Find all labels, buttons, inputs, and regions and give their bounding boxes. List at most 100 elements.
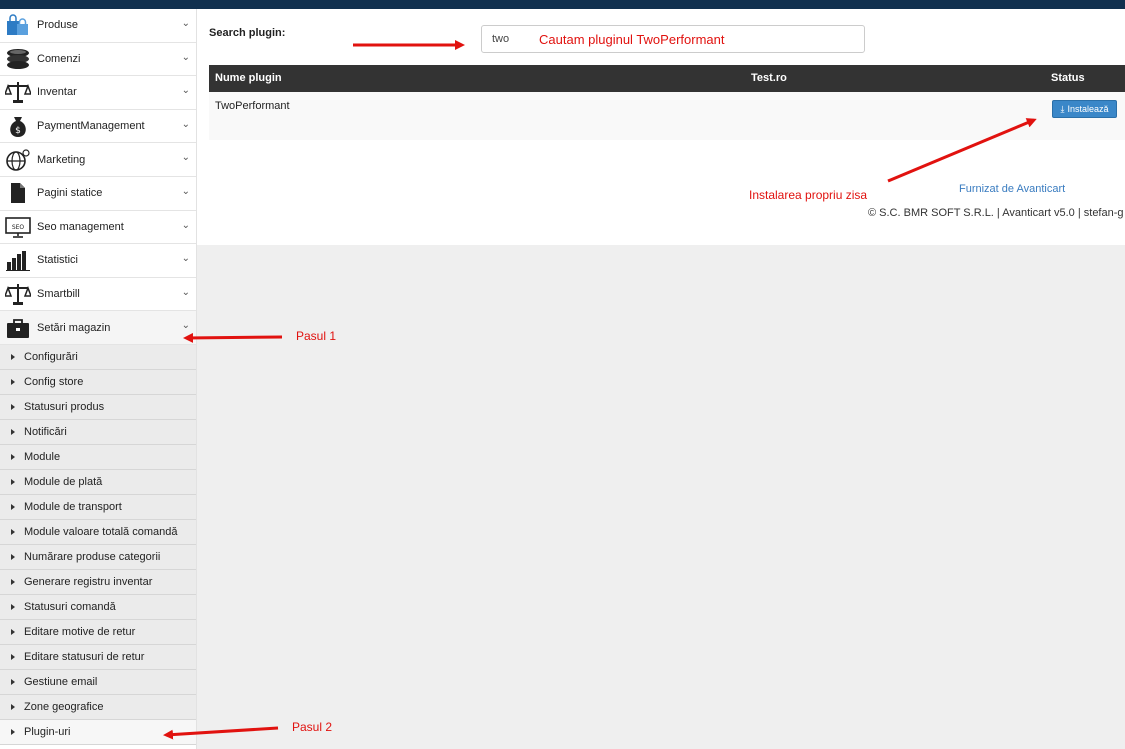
submenu-item-statusuri-retur[interactable]: Editare statusuri de retur — [0, 644, 196, 670]
submenu-item-label: Module valoare totală comandă — [24, 525, 178, 538]
chevron-down-icon: ⌄ — [181, 118, 190, 130]
submenu-item-label: Configurări — [24, 350, 78, 363]
sidebar-item-label: Pagini statice — [37, 187, 103, 200]
sidebar-item-pagini-statice[interactable]: Pagini statice ⌄ — [0, 176, 196, 211]
sidebar-item-setari-magazin[interactable]: Setări magazin ⌄ — [0, 311, 196, 345]
coins-icon — [3, 46, 33, 72]
chevron-down-icon: ⌄ — [181, 18, 190, 29]
submenu-item-label: Module de transport — [24, 500, 122, 513]
install-button[interactable]: ⤓ Instalează — [1052, 100, 1117, 118]
caret-right-icon — [11, 428, 15, 435]
scale-icon — [3, 281, 33, 307]
submenu-item-config-store[interactable]: Config store — [0, 369, 196, 395]
submenu-item-module-plata[interactable]: Module de plată — [0, 469, 196, 495]
annotation-install-note: Instalarea propriu zisa — [749, 188, 868, 202]
shopping-bags-icon — [3, 12, 33, 38]
seo-monitor-icon: SEO — [3, 214, 33, 240]
sidebar-item-label: Inventar — [37, 86, 77, 99]
submenu-item-label: Editare statusuri de retur — [24, 650, 145, 663]
annotation-search-note: Cautam pluginul TwoPerformant — [539, 32, 725, 47]
caret-right-icon — [11, 653, 15, 660]
sidebar: Produse ⌄ Comenzi ⌄ Inventar ⌄ $ Payment… — [0, 9, 197, 749]
column-header-status: Status — [1051, 72, 1085, 84]
column-header-test: Test.ro — [751, 72, 787, 84]
footer-link[interactable]: Furnizat de Avanticart — [959, 183, 1065, 195]
submenu-item-module-valoare-totala[interactable]: Module valoare totală comandă — [0, 519, 196, 545]
sidebar-item-label: Produse — [37, 19, 78, 32]
submenu-item-label: Gestiune email — [24, 675, 98, 688]
submenu-item-module[interactable]: Module — [0, 444, 196, 470]
submenu-item-generare-registru[interactable]: Generare registru inventar — [0, 569, 196, 595]
chevron-down-icon: ⌄ — [181, 253, 190, 265]
sidebar-item-label: Smartbill — [37, 288, 80, 301]
annotation-step1: Pasul 1 — [296, 329, 337, 343]
svg-text:SEO: SEO — [12, 224, 25, 231]
submenu-item-label: Module de plată — [24, 475, 103, 488]
submenu-item-label: Statusuri comandă — [24, 600, 116, 613]
scale-icon — [3, 79, 33, 105]
submenu-item-label: Generare registru inventar — [24, 575, 153, 588]
plugin-name: TwoPerformant — [215, 100, 290, 112]
annotation-step2: Pasul 2 — [292, 720, 333, 734]
submenu-item-label: Editare motive de retur — [24, 625, 136, 638]
sidebar-item-smartbill[interactable]: Smartbill ⌄ — [0, 277, 196, 312]
submenu-item-gestiune-email[interactable]: Gestiune email — [0, 669, 196, 695]
install-button-label: Instalează — [1067, 104, 1109, 114]
plugin-table-header: Nume plugin Test.ro Status — [209, 65, 1125, 92]
sidebar-item-marketing[interactable]: Marketing ⌄ — [0, 143, 196, 177]
chevron-down-icon: ⌄ — [181, 219, 190, 231]
chevron-down-icon: ⌄ — [181, 51, 190, 63]
footer-copyright: © S.C. BMR SOFT S.R.L. | Avanticart v5.0… — [868, 207, 1124, 219]
sidebar-item-comenzi[interactable]: Comenzi ⌄ — [0, 42, 196, 77]
caret-right-icon — [11, 553, 15, 560]
submenu-item-zone-geografice[interactable]: Zone geografice — [0, 694, 196, 720]
submenu-item-notificari[interactable]: Notificări — [0, 419, 196, 445]
sidebar-item-label: Setări magazin — [37, 321, 111, 334]
submenu-item-numarare-produse[interactable]: Numărare produse categorii — [0, 544, 196, 570]
sidebar-item-label: Marketing — [37, 153, 86, 166]
caret-right-icon — [11, 403, 15, 410]
caret-right-icon — [11, 603, 15, 610]
caret-right-icon — [11, 478, 15, 485]
sidebar-item-statistici[interactable]: Statistici ⌄ — [0, 244, 196, 278]
submenu-item-motive-retur[interactable]: Editare motive de retur — [0, 619, 196, 645]
submenu-item-statusuri-comanda[interactable]: Statusuri comandă — [0, 594, 196, 620]
chevron-down-icon: ⌄ — [181, 286, 190, 298]
caret-right-icon — [11, 378, 15, 385]
svg-text:$: $ — [15, 126, 21, 136]
caret-right-icon — [11, 728, 15, 735]
caret-right-icon — [11, 353, 15, 360]
download-icon: ⤓ — [1060, 103, 1065, 114]
sidebar-item-produse[interactable]: Produse ⌄ — [0, 9, 196, 43]
chevron-down-icon: ⌄ — [181, 320, 190, 332]
bar-chart-icon — [3, 247, 33, 273]
globe-icon — [3, 147, 33, 173]
submenu-item-configurari[interactable]: Configurări — [0, 344, 196, 370]
sidebar-item-paymentmanagement[interactable]: $ PaymentManagement ⌄ — [0, 109, 196, 144]
submenu-item-label: Numărare produse categorii — [24, 550, 161, 563]
chevron-down-icon: ⌄ — [181, 85, 190, 97]
caret-right-icon — [11, 578, 15, 585]
submenu-item-label: Notificări — [24, 425, 67, 438]
submenu-item-statusuri-produs[interactable]: Statusuri produs — [0, 394, 196, 420]
caret-right-icon — [11, 503, 15, 510]
submenu-item-label: Config store — [24, 375, 84, 388]
top-bar — [0, 0, 1125, 9]
caret-right-icon — [11, 703, 15, 710]
chevron-down-icon: ⌄ — [181, 185, 190, 197]
settings-submenu: Configurări Config store Statusuri produ… — [0, 344, 196, 745]
caret-right-icon — [11, 528, 15, 535]
submenu-item-plugin-uri[interactable]: Plugin-uri — [0, 719, 196, 745]
search-label: Search plugin: — [209, 27, 286, 39]
sidebar-item-label: Seo management — [37, 220, 124, 233]
submenu-item-module-transport[interactable]: Module de transport — [0, 494, 196, 520]
chevron-down-icon: ⌄ — [181, 152, 190, 164]
sidebar-item-seo-management[interactable]: SEO Seo management ⌄ — [0, 210, 196, 245]
column-header-name: Nume plugin — [215, 72, 282, 84]
submenu-item-label: Statusuri produs — [24, 400, 105, 413]
submenu-item-label: Plugin-uri — [24, 725, 71, 738]
caret-right-icon — [11, 678, 15, 685]
submenu-item-label: Zone geografice — [24, 700, 104, 713]
sidebar-item-inventar[interactable]: Inventar ⌄ — [0, 76, 196, 110]
sidebar-item-label: PaymentManagement — [37, 120, 145, 133]
